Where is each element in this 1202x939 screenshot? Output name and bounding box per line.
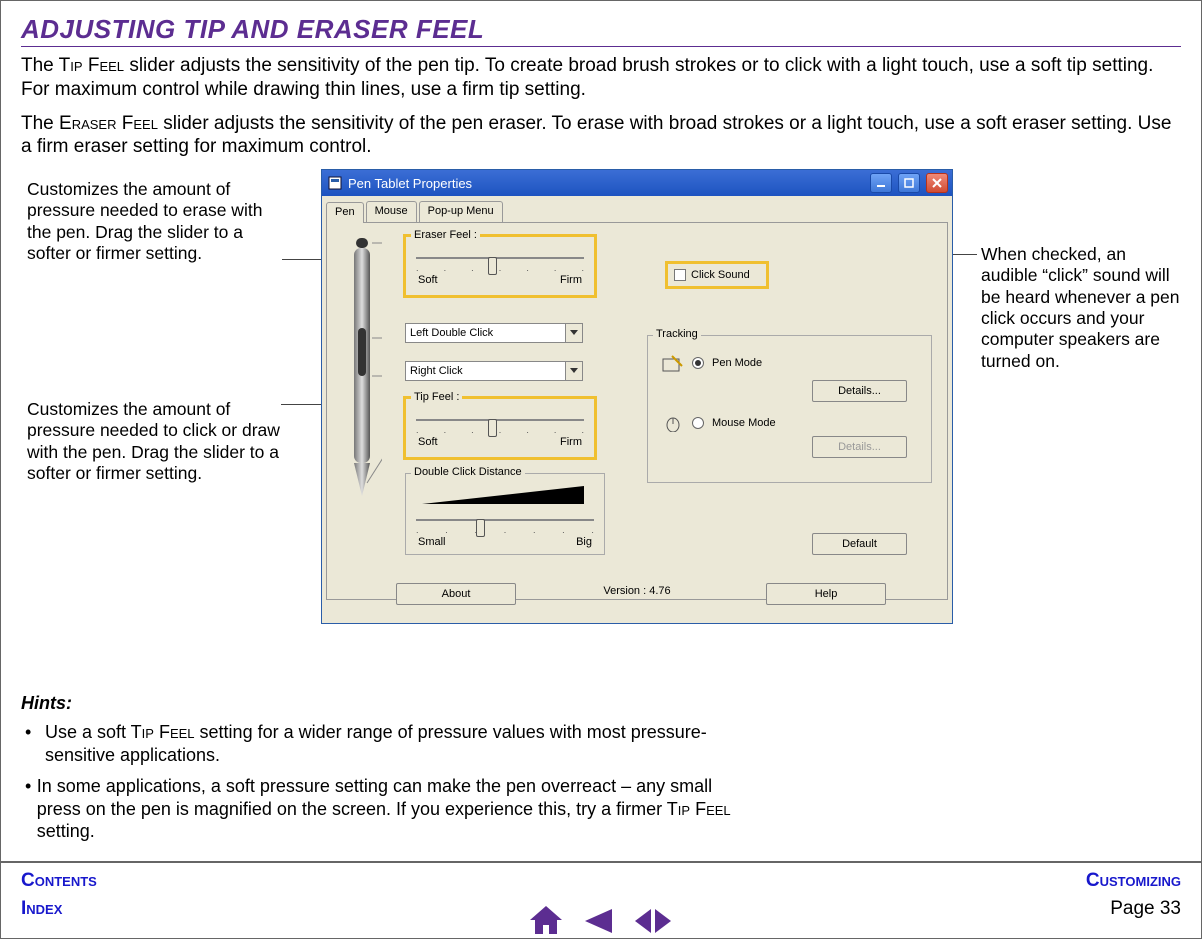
maximize-button[interactable] — [898, 173, 920, 193]
index-link[interactable]: Index — [21, 898, 62, 920]
hint-item: • Use a soft Tip Feel setting for a wide… — [21, 721, 741, 766]
wedge-icon — [418, 482, 588, 510]
prev-next-icon[interactable] — [633, 907, 673, 935]
close-button[interactable] — [926, 173, 948, 193]
tip-feel-label: Tip Feel : — [411, 391, 462, 403]
mouse-icon — [662, 414, 684, 432]
customizing-link[interactable]: Customizing — [1086, 870, 1181, 892]
titlebar: Pen Tablet Properties — [322, 170, 952, 196]
tab-panel: Eraser Feel : ....... SoftFirm Left Doub… — [326, 222, 948, 600]
hints-heading: Hints: — [21, 693, 1181, 714]
annotation-click-sound: When checked, an audible “click” sound w… — [981, 244, 1181, 372]
double-click-distance-group: Double Click Distance ....... SmallBig — [405, 473, 605, 555]
eraser-feel-label: Eraser Feel : — [411, 229, 480, 241]
home-icon[interactable] — [529, 905, 563, 935]
tab-popup-menu[interactable]: Pop-up Menu — [419, 201, 503, 222]
tracking-label: Tracking — [653, 328, 701, 340]
tip-feel-group: Tip Feel : ....... SoftFirm — [405, 398, 595, 458]
chevron-down-icon — [565, 324, 582, 342]
lower-button-dropdown[interactable]: Right Click — [405, 361, 583, 381]
eraser-feel-slider[interactable] — [416, 257, 584, 259]
dcd-label: Double Click Distance — [411, 466, 525, 478]
tip-feel-slider[interactable] — [416, 419, 584, 421]
chevron-down-icon — [565, 362, 582, 380]
eraser-feel-group: Eraser Feel : ....... SoftFirm — [405, 236, 595, 296]
tab-pen[interactable]: Pen — [326, 202, 364, 223]
about-button[interactable]: About — [396, 583, 516, 605]
pen-mode-radio[interactable]: Pen Mode — [662, 354, 762, 372]
pen-mode-details-button[interactable]: Details... — [812, 380, 907, 402]
contents-link[interactable]: Contents — [21, 870, 97, 892]
section-heading: ADJUSTING TIP AND ERASER FEEL — [21, 14, 1181, 47]
annotation-tip: Customizes the amount of pressure needed… — [27, 399, 287, 484]
window-title: Pen Tablet Properties — [348, 176, 472, 191]
back-icon[interactable] — [583, 907, 613, 935]
intro-paragraph-2: The Eraser Feel slider adjusts the sensi… — [21, 112, 1181, 160]
help-button[interactable]: Help — [766, 583, 886, 605]
checkbox-icon — [674, 269, 686, 281]
annotation-eraser: Customizes the amount of pressure needed… — [27, 179, 277, 264]
mouse-mode-details-button[interactable]: Details... — [812, 436, 907, 458]
click-sound-checkbox[interactable]: Click Sound — [667, 263, 767, 287]
minimize-button[interactable] — [870, 173, 892, 193]
default-button[interactable]: Default — [812, 533, 907, 555]
intro-paragraph-1: The Tip Feel slider adjusts the sensitiv… — [21, 54, 1181, 102]
dcd-slider[interactable] — [416, 519, 594, 521]
page-number: Page 33 — [1110, 898, 1181, 920]
app-icon — [328, 176, 342, 190]
page-footer: Contents Customizing Index Page 33 — [1, 861, 1201, 938]
tab-mouse[interactable]: Mouse — [366, 201, 417, 222]
dialog-window: Pen Tablet Properties Pen Mouse Pop-up M… — [321, 169, 953, 624]
tablet-icon — [662, 354, 684, 372]
tracking-group: Tracking Pen Mode Mouse Mode — [647, 335, 932, 483]
pen-illustration — [342, 228, 382, 498]
hint-item: • In some applications, a soft pressure … — [21, 775, 741, 843]
upper-button-dropdown[interactable]: Left Double Click — [405, 323, 583, 343]
mouse-mode-radio[interactable]: Mouse Mode — [662, 414, 776, 432]
